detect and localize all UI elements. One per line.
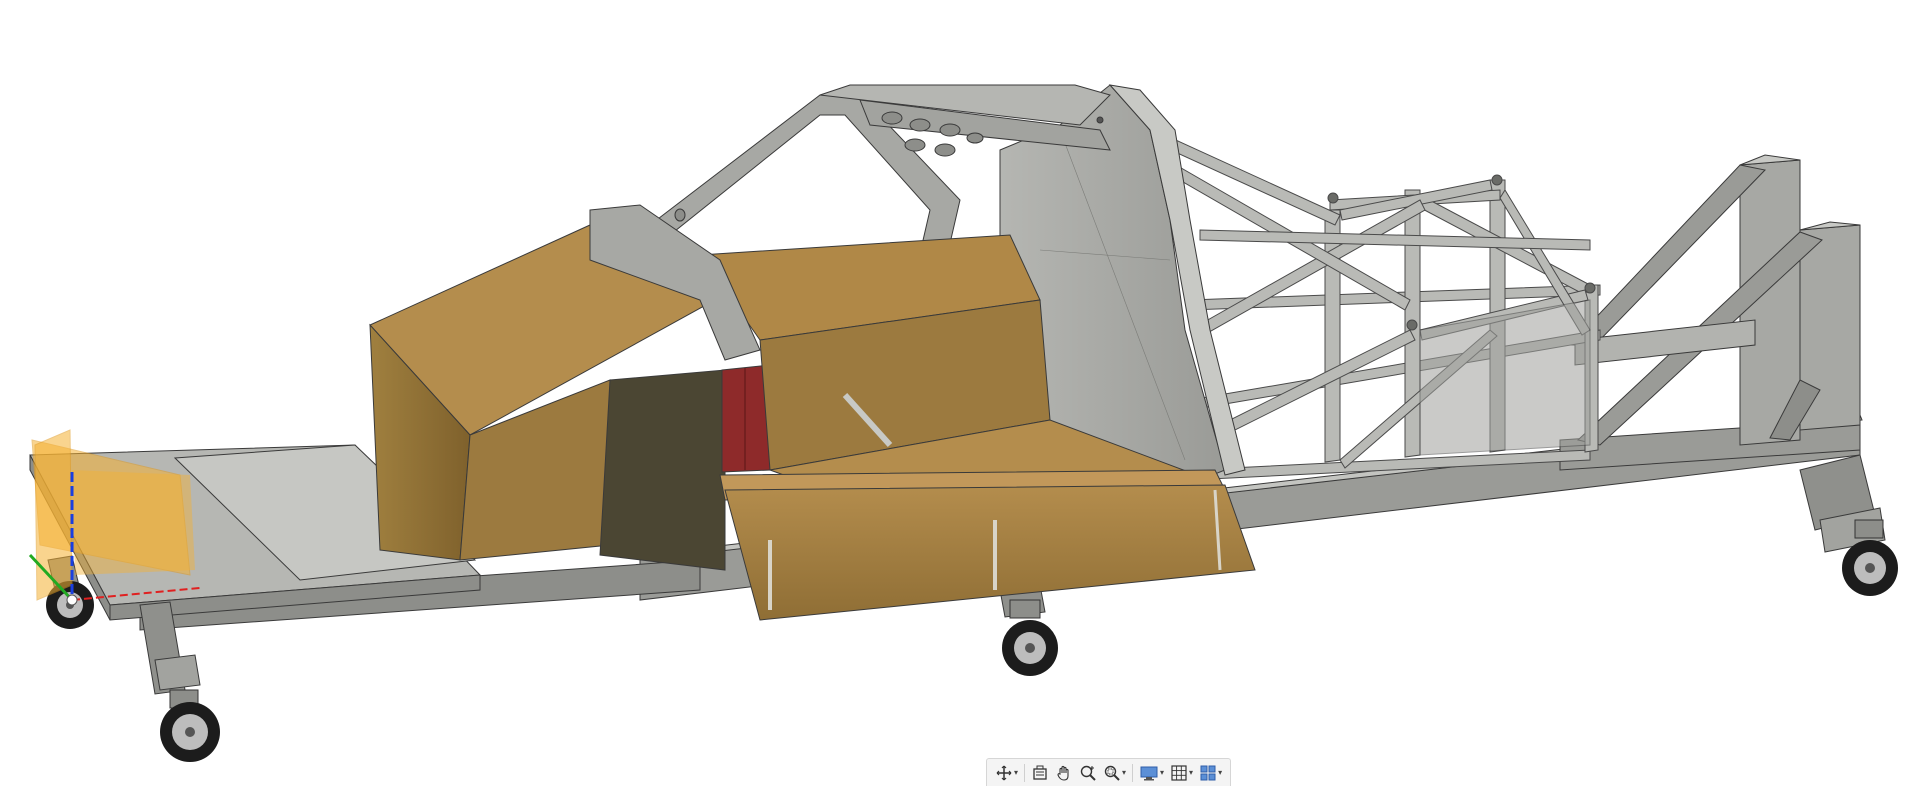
- fit-zoom-icon: [1103, 764, 1121, 782]
- chevron-down-icon[interactable]: ▾: [1218, 768, 1222, 777]
- fit-button[interactable]: ▾: [1101, 761, 1128, 785]
- zoom-button[interactable]: [1077, 761, 1099, 785]
- look-at-icon: [1031, 764, 1049, 782]
- 3d-viewport[interactable]: ▾ ▾ ▾ ▾ ▾: [0, 0, 1926, 786]
- look-at-button[interactable]: [1029, 761, 1051, 785]
- pan-hand-icon: [1055, 764, 1073, 782]
- cad-model-scene[interactable]: [0, 0, 1926, 785]
- chevron-down-icon[interactable]: ▾: [1014, 768, 1018, 777]
- toolbar-divider: [1024, 763, 1026, 782]
- orbit-button[interactable]: ▾: [993, 761, 1020, 785]
- toolbar-divider: [1132, 763, 1134, 782]
- grid-snaps-icon: [1170, 764, 1188, 782]
- caster-center: [1002, 599, 1058, 676]
- navigation-toolbar: ▾ ▾ ▾ ▾ ▾: [986, 758, 1232, 786]
- chevron-down-icon[interactable]: ▾: [1189, 768, 1193, 777]
- display-settings-button[interactable]: ▾: [1137, 761, 1166, 785]
- zoom-icon: [1079, 764, 1097, 782]
- viewports-button[interactable]: ▾: [1197, 761, 1224, 785]
- chevron-down-icon[interactable]: ▾: [1122, 768, 1126, 777]
- orbit-icon: [995, 764, 1013, 782]
- pan-button[interactable]: [1053, 761, 1075, 785]
- display-settings-icon: [1139, 764, 1159, 782]
- grid-snaps-button[interactable]: ▾: [1168, 761, 1195, 785]
- rear-stand: [1568, 154, 1861, 446]
- viewports-icon: [1199, 764, 1217, 782]
- caster-front-left: [160, 689, 220, 762]
- chevron-down-icon[interactable]: ▾: [1160, 768, 1164, 777]
